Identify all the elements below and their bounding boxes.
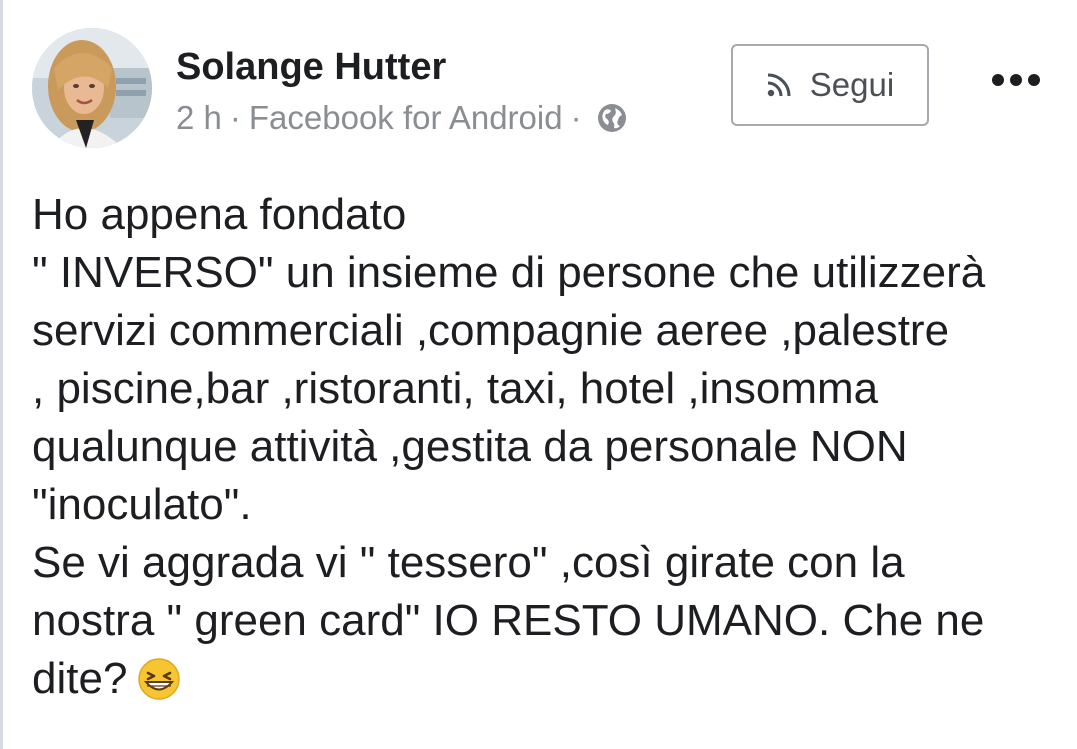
rss-icon — [766, 72, 792, 98]
post-text-line: "inoculato". — [32, 480, 252, 529]
avatar-image — [32, 28, 152, 148]
avatar[interactable] — [32, 28, 152, 148]
post-text-line: , piscine,bar ,ristoranti, taxi, hotel ,… — [32, 364, 879, 413]
post-text-line: qualunque attività ,gestita da personale… — [32, 422, 908, 471]
meta-separator: · — [229, 99, 241, 136]
more-dot — [1010, 74, 1022, 86]
post-header: Solange Hutter 2 h · Facebook for Androi… — [0, 0, 1077, 160]
post-text-last-line: dite? — [32, 650, 1062, 708]
more-options-icon[interactable] — [984, 58, 1048, 102]
post-text-line: " INVERSO" un insieme di persone che uti… — [32, 248, 986, 297]
post-text-line: dite? — [32, 654, 128, 703]
post-text: Ho appena fondato " INVERSO" un insieme … — [32, 186, 1062, 708]
more-dot — [1028, 74, 1040, 86]
post-text-line: servizi commerciali ,compagnie aeree ,pa… — [32, 306, 950, 355]
post-source: Facebook for Android — [248, 99, 563, 136]
post-text-line: nostra " green card" IO RESTO UMANO. Che… — [32, 596, 985, 645]
grinning-squinting-face-emoji-icon — [137, 657, 181, 701]
follow-label: Segui — [809, 66, 895, 103]
follow-button[interactable]: Segui — [731, 44, 929, 126]
post-text-line: Se vi aggrada vi " tessero" ,così girate… — [32, 538, 905, 587]
post-meta: 2 h · Facebook for Android · — [176, 98, 628, 138]
globe-icon[interactable] — [596, 102, 628, 134]
more-dot — [992, 74, 1004, 86]
post-text-line: Ho appena fondato — [32, 190, 407, 239]
author-name[interactable]: Solange Hutter — [176, 46, 446, 89]
post-time[interactable]: 2 h — [176, 99, 222, 137]
meta-separator: · — [570, 99, 582, 136]
